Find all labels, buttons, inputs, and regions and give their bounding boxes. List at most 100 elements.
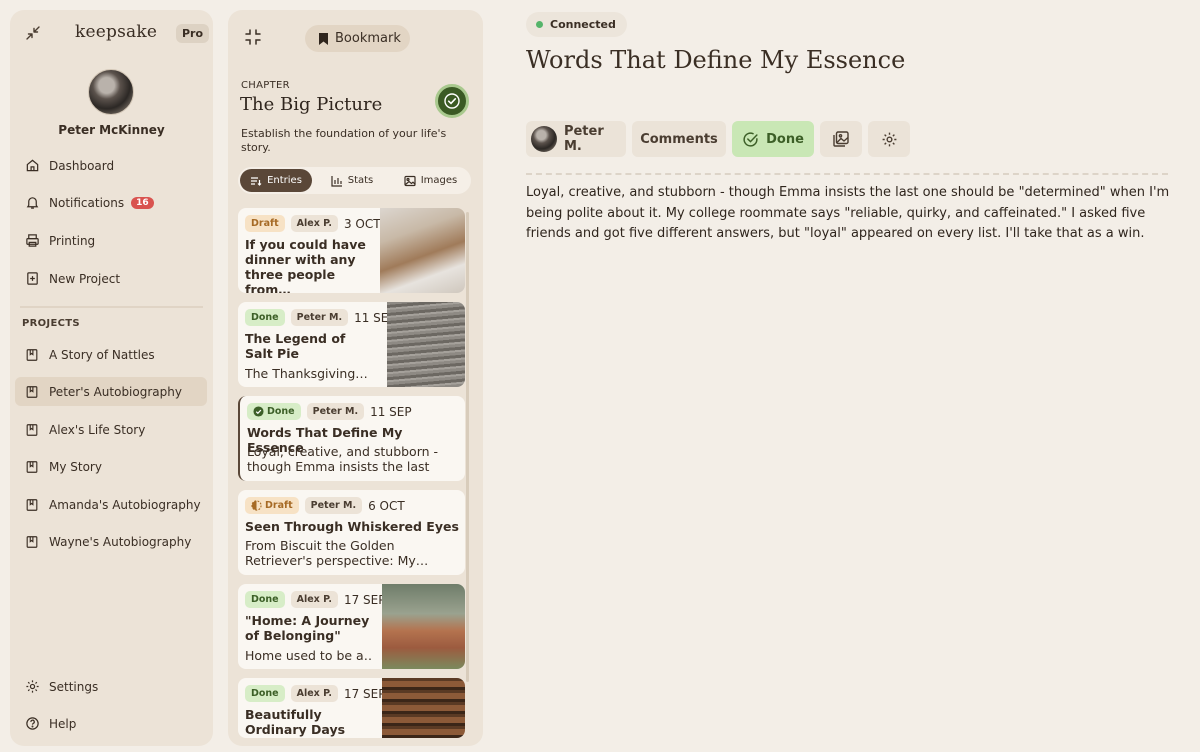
project-label: Wayne's Autobiography: [49, 534, 192, 549]
entry-date: 17 SEP: [343, 686, 386, 701]
author-badge: Alex P.: [290, 591, 338, 608]
bar-chart-icon: [331, 175, 343, 187]
project-label: Alex's Life Story: [49, 422, 146, 437]
image-icon: [404, 175, 416, 187]
connection-label: Connected: [550, 18, 616, 31]
project-item[interactable]: My Story: [15, 452, 207, 481]
list-icon: [250, 175, 262, 187]
entry-card[interactable]: Done Alex P. 17 SEP Beautifully Ordinary…: [238, 678, 465, 738]
entry-thumbnail: [382, 678, 465, 738]
entries-scrollbar[interactable]: [466, 212, 469, 682]
status-badge: Done: [245, 309, 285, 326]
comments-button[interactable]: Comments: [632, 121, 726, 157]
chapter-complete-toggle[interactable]: [435, 84, 469, 118]
gear-icon: [882, 132, 896, 146]
entry-title: If you could have dinner with any three …: [245, 237, 366, 293]
entry-thumbnail: [387, 302, 465, 387]
help-circle-icon: [24, 716, 40, 732]
project-item[interactable]: Wayne's Autobiography: [15, 527, 207, 556]
book-icon: [24, 347, 40, 363]
entry-date: 3 OCT: [343, 216, 381, 231]
nav-dashboard[interactable]: Dashboard: [15, 151, 207, 180]
connection-status: Connected: [526, 12, 627, 37]
entry-body-editor[interactable]: Loyal, creative, and stubborn - though E…: [526, 183, 1176, 245]
nav-label: Notifications: [49, 195, 125, 210]
entry-card-selected[interactable]: Done Peter M. 11 SEP Words That Define M…: [238, 396, 465, 481]
nav-new-project[interactable]: New Project: [15, 264, 207, 293]
collapse-sidebar-icon[interactable]: [24, 24, 44, 44]
nav-label: Settings: [49, 679, 99, 694]
nav-label: New Project: [49, 271, 121, 286]
entry-title: Seen Through Whiskered Eyes: [245, 519, 459, 534]
status-badge: Done: [245, 685, 285, 702]
plan-badge: Pro: [176, 24, 210, 43]
entry-meta: Done Peter M. 11 SEP: [247, 403, 412, 420]
status-dot: [536, 21, 543, 28]
shrink-panel-icon[interactable]: [244, 28, 264, 48]
nav-notifications[interactable]: Notifications 16: [15, 188, 207, 217]
tab-entries[interactable]: Entries: [240, 169, 312, 192]
gear-icon: [24, 679, 40, 695]
project-label: A Story of Nattles: [49, 347, 155, 362]
author-badge: Peter M.: [306, 403, 365, 420]
tab-label: Entries: [267, 175, 302, 186]
bookmark-label: Bookmark: [335, 31, 401, 46]
project-item[interactable]: Alex's Life Story: [15, 415, 207, 444]
entry-date: 17 SEP: [343, 592, 386, 607]
status-label: Draft: [265, 500, 293, 511]
entry-heading: Words That Define My Essence: [526, 46, 906, 74]
tab-stats[interactable]: Stats: [312, 169, 392, 192]
project-item[interactable]: Peter's Autobiography: [15, 377, 207, 406]
nav-label: Help: [49, 716, 77, 731]
nav-help[interactable]: Help: [15, 709, 207, 738]
status-badge: Draft: [245, 497, 299, 514]
status-badge: Draft: [245, 215, 285, 232]
book-icon: [24, 459, 40, 475]
entry-thumbnail: [382, 584, 465, 669]
settings-button[interactable]: [868, 121, 910, 157]
plus-square-icon: [24, 271, 40, 287]
nav-settings[interactable]: Settings: [15, 672, 207, 701]
status-badge: Done: [245, 591, 285, 608]
author-badge: Alex P.: [290, 685, 338, 702]
entry-meta: Draft Alex P. 3 OCT: [245, 215, 381, 232]
entry-card[interactable]: Draft Alex P. 3 OCT If you could have di…: [238, 208, 465, 293]
project-item[interactable]: Amanda's Autobiography: [15, 490, 207, 519]
book-icon: [24, 384, 40, 400]
author-button[interactable]: Peter M.: [526, 121, 626, 157]
author-badge: Peter M.: [290, 309, 349, 326]
bookmark-button[interactable]: Bookmark: [305, 25, 410, 52]
tab-label: Images: [420, 175, 458, 186]
done-label: Done: [766, 131, 804, 147]
nav-printing[interactable]: Printing: [15, 226, 207, 255]
chapter-label: CHAPTER: [241, 80, 290, 91]
status-label: Done: [267, 406, 295, 417]
user-avatar[interactable]: [88, 69, 134, 115]
project-label: Amanda's Autobiography: [49, 497, 201, 512]
entry-snippet: The Thanksgiving…: [245, 366, 368, 381]
entry-date: 11 SEP: [370, 404, 412, 419]
done-button[interactable]: Done: [732, 121, 814, 157]
notification-count-badge: 16: [131, 196, 154, 209]
chapter-description: Establish the foundation of your life's …: [241, 127, 447, 154]
entry-title: The Legend of Salt Pie: [245, 331, 346, 361]
entry-thumbnail: [380, 208, 465, 293]
entry-date: 6 OCT: [368, 498, 405, 513]
tab-images[interactable]: Images: [392, 169, 469, 192]
images-button[interactable]: [820, 121, 862, 157]
project-label: My Story: [49, 459, 102, 474]
bell-icon: [24, 195, 40, 211]
entry-meta: Done Peter M. 11 SEP: [245, 309, 396, 326]
entry-card[interactable]: Done Alex P. 17 SEP "Home: A Journey of …: [238, 584, 465, 669]
panel-tabs: Entries Stats Images: [238, 167, 471, 194]
entry-card[interactable]: Draft Peter M. 6 OCT Seen Through Whiske…: [238, 490, 465, 575]
tab-label: Stats: [347, 175, 374, 186]
app-logo: keepsake: [75, 22, 158, 42]
sidebar-divider: [20, 306, 203, 308]
book-icon: [24, 497, 40, 513]
projects-heading: PROJECTS: [22, 318, 80, 329]
entry-meta: Done Alex P. 17 SEP: [245, 685, 385, 702]
entry-card[interactable]: Done Peter M. 11 SEP The Legend of Salt …: [238, 302, 465, 387]
printer-icon: [24, 233, 40, 249]
project-item[interactable]: A Story of Nattles: [15, 340, 207, 369]
